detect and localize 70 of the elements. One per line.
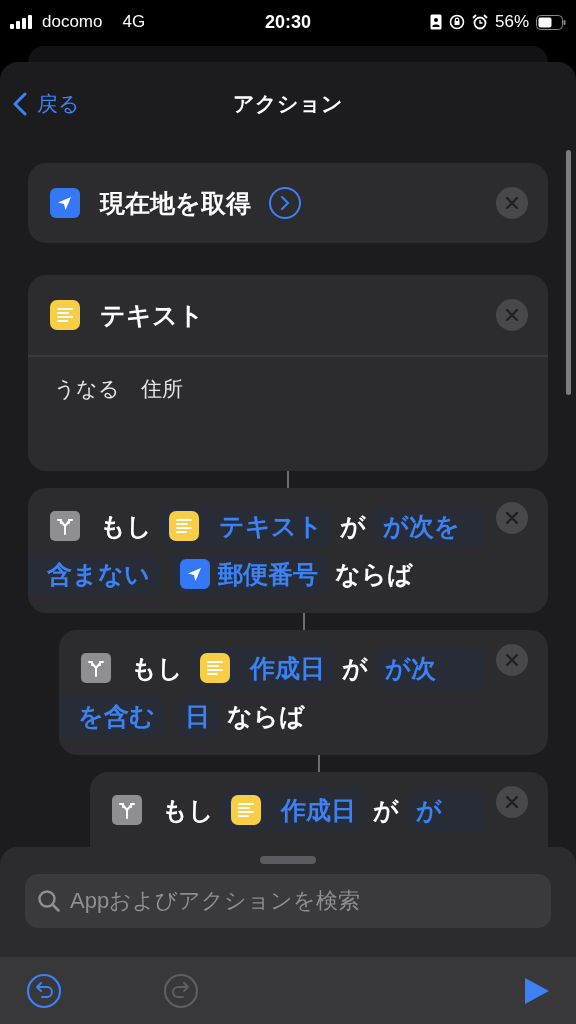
condition-word: もし xyxy=(100,510,152,542)
contact-card-icon xyxy=(430,14,442,30)
text-lines-icon xyxy=(169,511,199,541)
battery-icon xyxy=(536,14,566,30)
parameter-label: を含む xyxy=(78,700,155,732)
alarm-clock-icon xyxy=(472,14,488,30)
remove-button[interactable] xyxy=(496,299,528,331)
condition-word: ならば xyxy=(227,700,305,732)
drag-handle[interactable] xyxy=(260,856,316,864)
parameter-label: が次 xyxy=(385,652,436,684)
remove-button[interactable] xyxy=(496,644,528,676)
branch-icon xyxy=(50,511,80,541)
text-body[interactable]: うなる 住所 xyxy=(28,357,548,471)
parameter-token[interactable]: が次 xyxy=(376,647,484,689)
parameter-token[interactable]: 作成日 xyxy=(222,789,365,831)
branch-icon xyxy=(81,653,111,683)
connector-line xyxy=(318,755,320,772)
parameter-token[interactable]: 含まない xyxy=(28,553,159,595)
action-title: テキスト xyxy=(100,299,204,331)
close-icon xyxy=(506,197,518,209)
text-lines-icon xyxy=(231,795,261,825)
clock-time: 20:30 xyxy=(265,11,312,33)
rotation-lock-icon xyxy=(449,14,465,30)
parameter-label: 郵便番号 xyxy=(218,558,318,590)
condition-word: が xyxy=(373,794,399,826)
parameter-token[interactable]: が次を xyxy=(374,505,484,547)
parameter-label: 作成日 xyxy=(250,652,325,684)
condition-word: が xyxy=(340,510,366,542)
parameter-label: 作成日 xyxy=(281,794,356,826)
connector-line xyxy=(287,471,289,488)
parameter-token[interactable]: を含む xyxy=(59,695,164,737)
carrier-name: docomo xyxy=(42,12,103,32)
connector-line xyxy=(302,613,305,630)
close-icon xyxy=(506,309,518,321)
battery-percent: 56% xyxy=(495,12,529,32)
text-lines-icon xyxy=(200,653,230,683)
signal-icon xyxy=(10,15,34,29)
search-icon xyxy=(37,889,61,913)
search-field[interactable]: Appおよびアクションを検索 xyxy=(25,874,551,928)
parameter-label: 日 xyxy=(185,700,210,732)
expand-button[interactable] xyxy=(269,187,301,219)
condition-word: ならば xyxy=(335,558,413,590)
play-button[interactable] xyxy=(524,976,550,1005)
parameter-token[interactable]: 日 xyxy=(176,695,219,737)
condition-word: もし xyxy=(131,652,183,684)
parameter-label: が xyxy=(416,794,442,826)
network-type: 4G xyxy=(122,12,146,32)
parameter-token[interactable]: 作成日 xyxy=(191,647,334,689)
action-title: 現在地を取得 xyxy=(100,187,251,219)
undo-button[interactable] xyxy=(26,972,62,1009)
parameter-label: 含まない xyxy=(47,558,150,590)
back-button[interactable]: 戻る xyxy=(13,90,80,118)
close-icon xyxy=(506,796,518,808)
parameter-token[interactable]: テキスト xyxy=(160,505,332,547)
remove-button[interactable] xyxy=(496,187,528,219)
parameter-label: テキスト xyxy=(219,510,323,542)
back-chevron-icon xyxy=(13,92,27,116)
parameter-token[interactable]: 郵便番号 xyxy=(171,553,327,595)
chevron-right-icon xyxy=(280,196,290,210)
remove-button[interactable] xyxy=(496,502,528,534)
close-icon xyxy=(506,512,518,524)
remove-button[interactable] xyxy=(496,786,528,818)
screen-title: アクション xyxy=(233,91,343,117)
text-lines-icon xyxy=(50,300,80,330)
condition-word: もし xyxy=(162,794,214,826)
close-icon xyxy=(506,654,518,666)
condition-word: が xyxy=(342,652,368,684)
parameter-label: が次を xyxy=(383,510,460,542)
parameter-token[interactable]: が xyxy=(407,789,484,831)
branch-icon xyxy=(112,795,142,825)
